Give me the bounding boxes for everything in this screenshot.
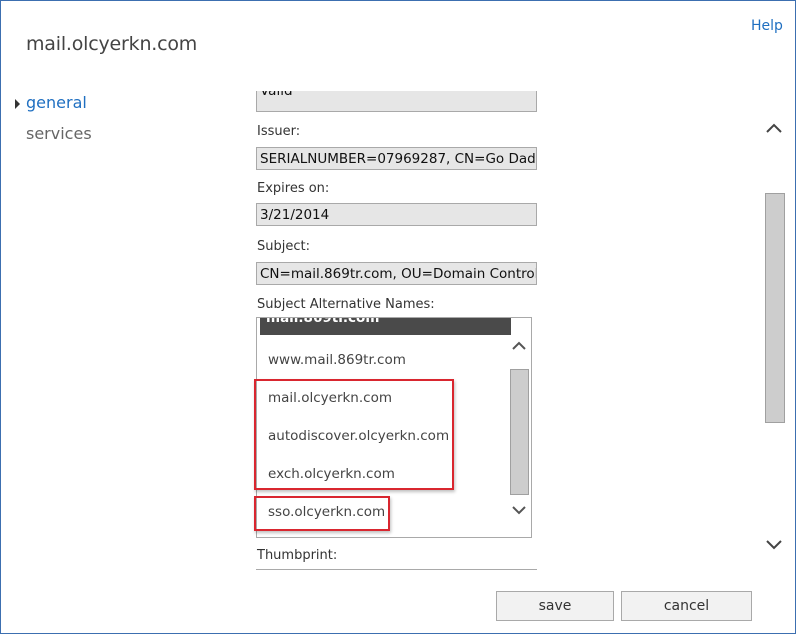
chevron-down-icon[interactable] bbox=[766, 539, 782, 550]
caret-right-icon bbox=[15, 99, 20, 109]
thumbprint-label: Thumbprint: bbox=[257, 548, 338, 563]
list-item[interactable]: www.mail.869tr.com bbox=[268, 352, 406, 368]
san-label: Subject Alternative Names: bbox=[257, 297, 435, 312]
subject-field[interactable]: CN=mail.869tr.com, OU=Domain Control V bbox=[256, 262, 537, 285]
scrollbar-thumb[interactable] bbox=[765, 193, 785, 423]
chevron-up-icon[interactable] bbox=[512, 341, 526, 351]
subject-label: Subject: bbox=[257, 239, 310, 254]
list-scrollbar-thumb[interactable] bbox=[510, 369, 529, 495]
highlight-box bbox=[254, 379, 454, 490]
status-value: Valid bbox=[260, 91, 293, 99]
issuer-field[interactable]: SERIALNUMBER=07969287, CN=Go Daddy bbox=[256, 147, 537, 170]
status-field: Valid bbox=[256, 91, 537, 112]
nav-item-general[interactable]: general bbox=[26, 93, 87, 112]
help-link[interactable]: Help bbox=[751, 18, 783, 34]
nav-item-services[interactable]: services bbox=[26, 124, 92, 143]
list-item-label: mail.869tr.com bbox=[266, 317, 380, 326]
list-item-selected[interactable]: mail.869tr.com bbox=[260, 317, 511, 335]
thumbprint-field[interactable] bbox=[256, 569, 537, 570]
expires-label: Expires on: bbox=[257, 181, 330, 196]
highlight-box bbox=[254, 496, 390, 531]
expires-field[interactable]: 3/21/2014 bbox=[256, 203, 537, 226]
cancel-button[interactable]: cancel bbox=[621, 591, 752, 621]
page-title: mail.olcyerkn.com bbox=[26, 33, 198, 55]
issuer-label: Issuer: bbox=[257, 124, 301, 139]
save-button[interactable]: save bbox=[496, 591, 614, 621]
chevron-down-icon[interactable] bbox=[512, 505, 526, 515]
chevron-up-icon[interactable] bbox=[766, 123, 782, 134]
